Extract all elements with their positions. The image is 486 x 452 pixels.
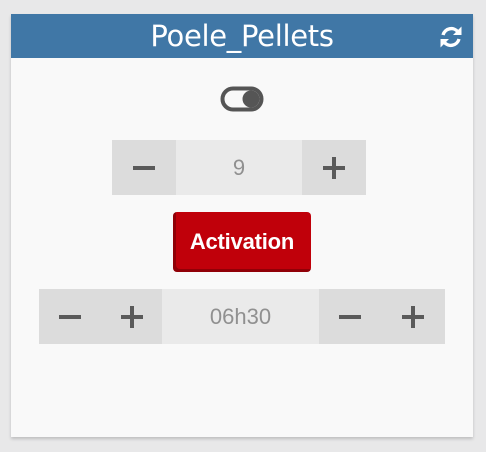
- widget-card: Poele_Pellets 9 Activation 06h30: [11, 14, 473, 437]
- time-value: 06h30: [162, 289, 319, 344]
- widget-header: Poele_Pellets: [11, 14, 473, 58]
- minus-icon: [59, 314, 81, 319]
- activation-button[interactable]: Activation: [173, 212, 311, 272]
- power-increase-button[interactable]: [302, 140, 366, 195]
- power-stepper: 9: [112, 140, 366, 195]
- plus-icon: [323, 156, 345, 179]
- refresh-icon[interactable]: [437, 23, 465, 51]
- minus-icon: [133, 165, 155, 170]
- power-value: 9: [176, 140, 302, 195]
- hours-increase-button[interactable]: [101, 289, 162, 344]
- power-decrease-button[interactable]: [112, 140, 176, 195]
- plus-icon: [120, 305, 143, 328]
- minutes-decrease-button[interactable]: [319, 289, 381, 344]
- time-stepper: 06h30: [39, 289, 445, 344]
- widget-title: Poele_Pellets: [150, 19, 334, 53]
- toggle-on-icon[interactable]: [220, 86, 264, 112]
- minutes-increase-button[interactable]: [381, 289, 445, 344]
- hours-decrease-button[interactable]: [39, 289, 101, 344]
- plus-icon: [402, 305, 424, 328]
- minus-icon: [339, 314, 361, 319]
